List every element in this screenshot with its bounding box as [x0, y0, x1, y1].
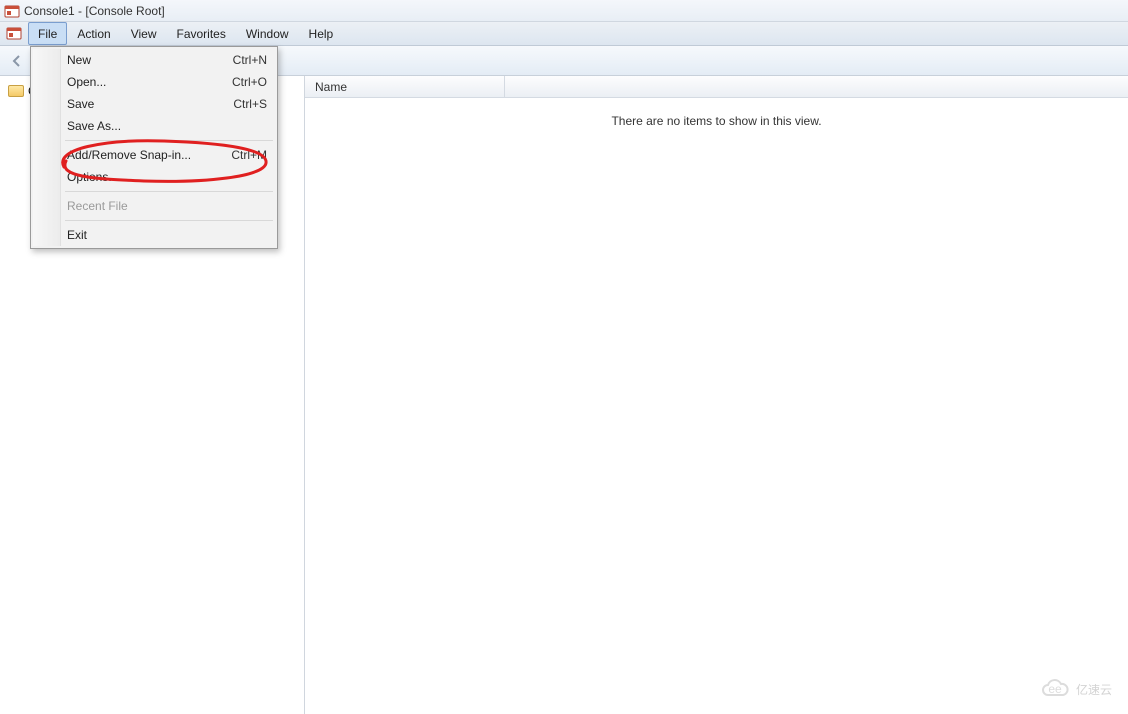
menu-item-new-shortcut: Ctrl+N — [233, 53, 267, 67]
menu-item-open-label: Open... — [67, 75, 106, 89]
menu-item-exit[interactable]: Exit — [33, 224, 275, 246]
menu-item-open[interactable]: Open... Ctrl+O — [33, 71, 275, 93]
menu-item-recent-file: Recent File — [33, 195, 275, 217]
menu-action[interactable]: Action — [67, 22, 120, 45]
empty-message: There are no items to show in this view. — [305, 98, 1128, 128]
menu-view-label: View — [131, 27, 157, 41]
menu-file-label: File — [38, 27, 57, 41]
menu-item-options[interactable]: Options... — [33, 166, 275, 188]
menu-file[interactable]: File — [28, 22, 67, 45]
menu-item-save-label: Save — [67, 97, 94, 111]
menu-view[interactable]: View — [121, 22, 167, 45]
dropdown-separator — [65, 191, 273, 192]
titlebar: Console1 - [Console Root] — [0, 0, 1128, 22]
menu-window[interactable]: Window — [236, 22, 299, 45]
dropdown-separator — [65, 140, 273, 141]
window-title: Console1 - [Console Root] — [24, 4, 165, 18]
menu-item-add-remove-snapin[interactable]: Add/Remove Snap-in... Ctrl+M — [33, 144, 275, 166]
back-button[interactable] — [6, 50, 28, 72]
menubar: File Action View Favorites Window Help — [0, 22, 1128, 46]
menu-item-add-remove-snapin-label: Add/Remove Snap-in... — [67, 148, 191, 162]
menu-item-options-label: Options... — [67, 170, 118, 184]
cloud-icon: ee — [1040, 678, 1070, 700]
list-pane: Name There are no items to show in this … — [305, 76, 1128, 714]
folder-icon — [8, 85, 24, 97]
menu-item-save-as-label: Save As... — [67, 119, 121, 133]
column-name[interactable]: Name — [305, 76, 505, 97]
watermark: ee 亿速云 — [1040, 678, 1112, 700]
menu-item-save[interactable]: Save Ctrl+S — [33, 93, 275, 115]
menu-action-label: Action — [77, 27, 110, 41]
dropdown-separator — [65, 220, 273, 221]
column-spacer — [505, 76, 1128, 97]
watermark-text: 亿速云 — [1076, 681, 1112, 698]
menu-help-label: Help — [309, 27, 334, 41]
menu-item-open-shortcut: Ctrl+O — [232, 75, 267, 89]
menu-item-save-as[interactable]: Save As... — [33, 115, 275, 137]
menu-item-exit-label: Exit — [67, 228, 87, 242]
file-dropdown: New Ctrl+N Open... Ctrl+O Save Ctrl+S Sa… — [30, 46, 278, 249]
menu-window-label: Window — [246, 27, 289, 41]
menu-item-add-remove-snapin-shortcut: Ctrl+M — [231, 148, 267, 162]
menu-item-new[interactable]: New Ctrl+N — [33, 49, 275, 71]
mmc-menu-icon — [6, 25, 22, 41]
column-name-label: Name — [315, 80, 347, 94]
svg-text:ee: ee — [1048, 682, 1062, 696]
menu-favorites[interactable]: Favorites — [167, 22, 236, 45]
list-header: Name — [305, 76, 1128, 98]
menu-item-save-shortcut: Ctrl+S — [233, 97, 267, 111]
mmc-app-icon — [4, 3, 20, 19]
menu-item-new-label: New — [67, 53, 91, 67]
menu-favorites-label: Favorites — [177, 27, 226, 41]
menu-help[interactable]: Help — [299, 22, 344, 45]
menu-item-recent-file-label: Recent File — [67, 199, 128, 213]
